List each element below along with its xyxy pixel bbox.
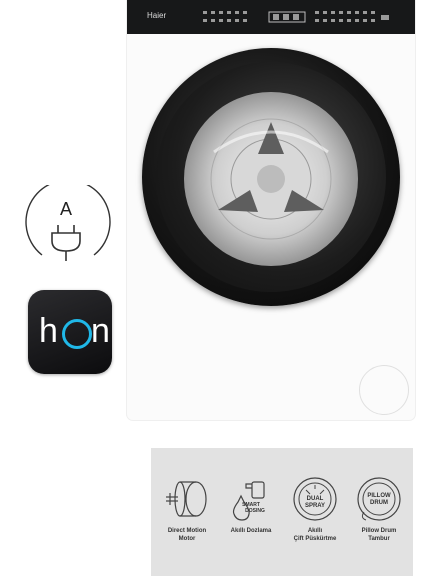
hon-letter-o (62, 319, 92, 349)
dispenser-knob (359, 365, 409, 415)
drum (184, 92, 358, 266)
feature-label: Akıllı Dozlama (230, 528, 272, 534)
door (142, 48, 400, 306)
feature-label: Akıllı Çift Püskürtme (293, 528, 337, 542)
motor-icon (166, 481, 207, 517)
feature-label: Pillow Drum Tambur (361, 528, 397, 542)
svg-text:DRUM: DRUM (370, 500, 388, 506)
feature-label: Direct Motion Motor (167, 528, 207, 542)
svg-text:SPRAY: SPRAY (305, 503, 325, 509)
svg-text:DUAL: DUAL (307, 496, 324, 502)
door-glass (156, 62, 386, 292)
drum-paddles (210, 118, 332, 240)
feature-strip: Direct Motion Motor SMART DOSING Akıllı … (151, 448, 413, 576)
dual-spray-icon: DUAL SPRAY (293, 477, 337, 521)
control-panel: Haier (127, 0, 415, 34)
hon-app-icon: h n (28, 290, 112, 374)
svg-text:PILLOW: PILLOW (367, 493, 391, 499)
pillow-drum-icon: PILLOW DRUM (357, 477, 401, 521)
panel-indicators (203, 11, 389, 23)
energy-class-letter: A (59, 199, 72, 219)
feature-direct-motion-motor: Direct Motion Motor (155, 476, 219, 543)
feature-smart-dosing: SMART DOSING Akıllı Dozlama (219, 476, 283, 535)
hon-letter-h: h (39, 312, 58, 350)
smart-dosing-icon: SMART DOSING (232, 481, 265, 521)
washing-machine: Haier (127, 0, 415, 420)
feature-dual-spray: DUAL SPRAY Akıllı Çift Püskürtme (283, 476, 347, 543)
brand-logo: Haier (147, 11, 167, 20)
energy-class-badge: A (20, 179, 112, 273)
hon-letter-n: n (91, 312, 110, 350)
feature-pillow-drum: PILLOW DRUM Pillow Drum Tambur (347, 476, 411, 543)
smart-dosing-badge-line2: DOSING (245, 508, 265, 514)
